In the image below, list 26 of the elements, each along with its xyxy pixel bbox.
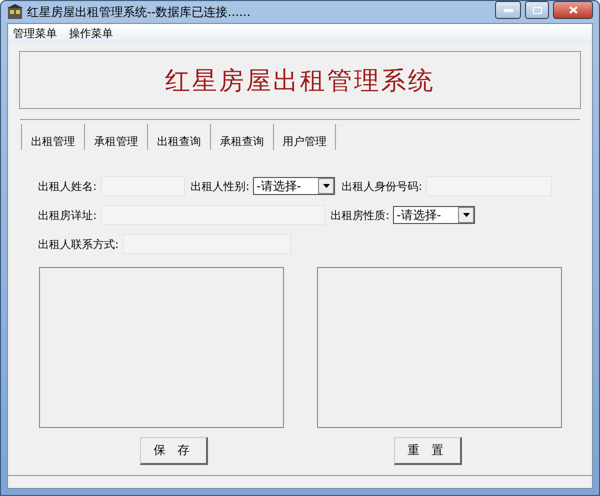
close-icon <box>568 6 578 14</box>
tab[interactable]: 承租查询 <box>210 124 273 150</box>
window-title: 红星房屋出租管理系统--数据库已连接...... <box>27 4 252 20</box>
field-label: 出租人联系方式: <box>38 236 119 252</box>
minimize-icon <box>504 8 512 12</box>
field-label: 出租房详址: <box>38 208 97 222</box>
tab[interactable]: 出租查询 <box>147 124 210 150</box>
menu-item[interactable]: 操作菜单 <box>69 26 113 41</box>
tab[interactable]: 出租管理 <box>21 124 84 150</box>
maximize-icon <box>532 6 542 14</box>
field-label: 出租人姓名: <box>38 178 97 194</box>
app-icon <box>7 4 23 20</box>
field-label: 出租人性别: <box>190 178 250 194</box>
menu-item[interactable]: 管理菜单 <box>13 26 57 41</box>
select-field[interactable]: -请选择- <box>393 206 476 224</box>
minimize-button[interactable] <box>495 1 521 19</box>
field-label: 出租房性质: <box>330 208 390 222</box>
field-label: 出租人身份号码: <box>341 178 422 194</box>
close-button[interactable] <box>553 1 593 19</box>
tab[interactable]: 承租管理 <box>84 124 147 150</box>
tab[interactable]: 用户管理 <box>273 124 336 150</box>
select-field[interactable]: -请选择- <box>253 177 336 195</box>
banner-title: 红星房屋出租管理系统 <box>165 64 435 96</box>
action-button[interactable]: 重 置 <box>394 437 462 465</box>
maximize-button[interactable] <box>525 1 549 19</box>
action-button[interactable]: 保 存 <box>140 437 208 465</box>
